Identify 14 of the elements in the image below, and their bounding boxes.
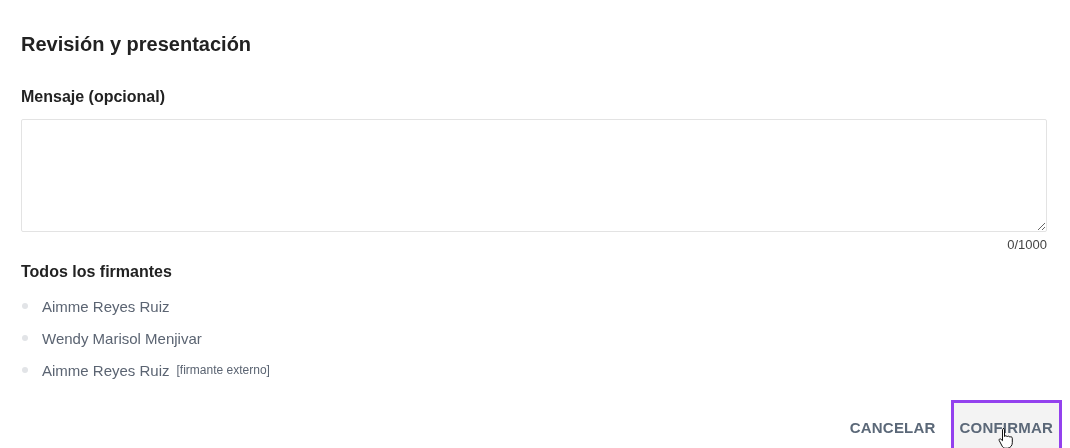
bullet-icon — [22, 335, 28, 341]
signer-name: Aimme Reyes Ruiz — [42, 297, 170, 315]
signer-tag: [firmante externo] — [176, 363, 270, 377]
cancel-button[interactable]: CANCELAR — [840, 400, 945, 448]
bullet-icon — [22, 367, 28, 373]
confirm-button[interactable]: CONFIRMAR — [950, 400, 1062, 448]
message-field[interactable] — [21, 119, 1047, 232]
bullet-icon — [22, 303, 28, 309]
signer-name: Aimme Reyes Ruiz — [42, 361, 170, 379]
dialog-title: Revisión y presentación — [21, 32, 253, 57]
signer-name: Wendy Marisol Menjivar — [42, 329, 202, 347]
section-heading: Todos los firmantes — [21, 262, 173, 282]
character-counter: 0/1000 — [1007, 236, 1047, 254]
field-label: Mensaje (opcional) — [21, 87, 167, 107]
